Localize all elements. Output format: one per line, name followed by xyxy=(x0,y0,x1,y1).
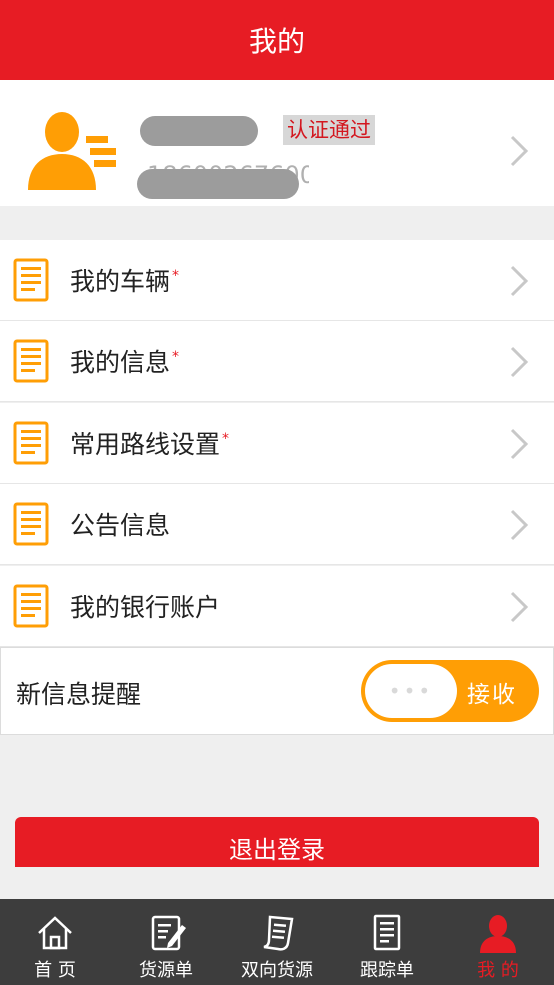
notification-label: 新信息提醒 xyxy=(16,680,142,709)
tab-label: 双向货源 xyxy=(241,960,313,981)
edit-doc-icon xyxy=(151,915,186,951)
verify-status-badge: 认证通过 xyxy=(283,115,375,145)
top-bar: 我的 xyxy=(0,0,554,80)
tab-two-way-cargo[interactable]: 双向货源 xyxy=(222,899,332,985)
tab-cargo-orders[interactable]: 货源单 xyxy=(110,899,222,985)
menu-item-label: 公告信息 xyxy=(70,511,171,540)
receipt-icon xyxy=(263,915,294,951)
tab-tracking[interactable]: 跟踪单 xyxy=(332,899,442,985)
page-title: 我的 xyxy=(248,25,305,58)
user-name: 张三某 xyxy=(140,114,258,146)
menu-item-my-vehicle[interactable]: 我的车辆 * xyxy=(0,240,554,321)
chevron-right-icon xyxy=(510,265,529,297)
toggle-state-label: 接收 xyxy=(467,682,517,708)
document-icon xyxy=(13,584,49,628)
menu-item-route-settings[interactable]: 常用路线设置 * xyxy=(0,403,554,484)
user-avatar-icon xyxy=(28,112,116,190)
chevron-right-icon xyxy=(510,135,529,167)
menu-item-label: 我的车辆 xyxy=(70,267,171,296)
chevron-right-icon xyxy=(510,428,529,460)
redaction-bar xyxy=(137,169,299,199)
tab-label: 货源单 xyxy=(139,960,193,981)
required-mark: * xyxy=(222,431,230,447)
tab-mine[interactable]: 我 的 xyxy=(442,899,554,985)
user-icon xyxy=(480,915,516,953)
menu-item-announcements[interactable]: 公告信息 xyxy=(0,484,554,565)
notification-setting: 新信息提醒 ••• 接收 xyxy=(0,647,554,735)
menu-item-bank-account[interactable]: 我的银行账户 xyxy=(0,566,554,647)
menu-item-my-info[interactable]: 我的信息 * xyxy=(0,321,554,402)
redaction-bar xyxy=(140,116,258,146)
menu-item-label: 常用路线设置 xyxy=(70,430,221,459)
tab-home[interactable]: 首 页 xyxy=(0,899,110,985)
menu-item-label: 我的信息 xyxy=(70,348,171,377)
document-icon xyxy=(13,339,49,383)
chevron-right-icon xyxy=(510,346,529,378)
required-mark: * xyxy=(172,268,180,284)
bottom-tab-bar: 首 页 货源单 双向货源 跟踪单 我 的 xyxy=(0,899,554,985)
document-icon xyxy=(13,421,49,465)
document-icon xyxy=(13,258,49,302)
tab-label: 首 页 xyxy=(34,960,76,981)
document-icon xyxy=(13,502,49,546)
required-mark: * xyxy=(172,349,180,365)
notification-toggle[interactable]: ••• 接收 xyxy=(361,660,539,722)
chevron-right-icon xyxy=(510,509,529,541)
toggle-knob: ••• xyxy=(365,664,457,718)
logout-button[interactable]: 退出登录 xyxy=(15,817,539,867)
menu-item-label: 我的银行账户 xyxy=(70,593,221,622)
chevron-right-icon xyxy=(510,591,529,623)
home-icon xyxy=(38,916,72,950)
tab-label: 我 的 xyxy=(477,960,519,981)
user-phone: 18600267600 xyxy=(137,161,309,199)
document-icon xyxy=(373,914,401,951)
tab-label: 跟踪单 xyxy=(360,960,414,981)
